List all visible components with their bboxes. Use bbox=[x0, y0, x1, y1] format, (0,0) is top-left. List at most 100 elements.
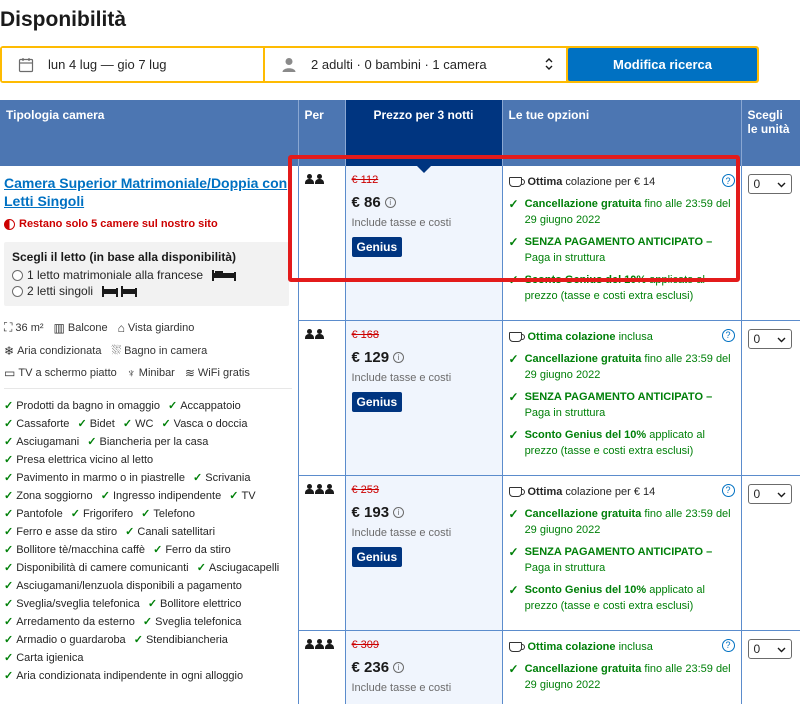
bed-choice-title: Scegli il letto (in base alla disponibil… bbox=[12, 250, 237, 264]
breakfast-bold: Ottima bbox=[527, 176, 563, 188]
room-quantity-select[interactable]: 0 bbox=[747, 483, 792, 504]
date-picker[interactable]: lun 4 lug — gio 7 lug bbox=[2, 48, 263, 81]
bed-option-twin[interactable]: 2 letti singoli bbox=[12, 284, 281, 298]
amenity-item: Pavimento in marmo o in piastrelle bbox=[4, 472, 185, 484]
guests-selector[interactable]: 2 adulti · 0 bambini · 1 camera bbox=[265, 48, 566, 81]
free-cancellation: ✓ Cancellazione gratuita fino alle 23:59 … bbox=[509, 506, 735, 538]
price-cell: € 168 € 129 i Include tasse e costi Geniu… bbox=[344, 320, 503, 476]
breakfast-text: colazione per € 14 bbox=[562, 176, 656, 188]
facility-ac: ❄ Aria condizionata bbox=[4, 343, 101, 358]
qty-cell: 0 bbox=[741, 475, 800, 631]
header-qty: Scegli le unità bbox=[741, 100, 800, 166]
no-prepayment: ✓ SENZA PAGAMENTO ANTICIPATO – Paga in st… bbox=[509, 544, 735, 576]
coffee-cup-icon bbox=[508, 641, 525, 652]
breakfast-option: Ottima colazione per € 14? bbox=[508, 483, 735, 500]
minibar-icon: ♆ bbox=[126, 366, 136, 380]
old-price: € 168 bbox=[351, 328, 380, 341]
search-bar: lun 4 lug — gio 7 lug 2 adulti · 0 bambi… bbox=[0, 46, 759, 83]
amenity-item: Disponibilità di camere comunicanti bbox=[4, 562, 189, 574]
scarcity-text: Restano solo 5 camere sul nostro sito bbox=[19, 218, 218, 230]
genius-badge: Genius bbox=[351, 391, 403, 412]
free-cancellation: ✓ Cancellazione gratuita fino alle 23:59 … bbox=[509, 196, 735, 228]
old-price: € 112 bbox=[351, 174, 379, 186]
room-quantity-select[interactable]: 0 bbox=[747, 174, 792, 194]
current-price: € 129 i bbox=[352, 349, 496, 366]
qty-value: 0 bbox=[753, 177, 761, 191]
amenity-item: Ferro da stiro bbox=[153, 544, 231, 556]
facility-label: TV a schermo piatto bbox=[18, 367, 117, 379]
facility-bathroom: ⛆ Bagno in camera bbox=[111, 343, 207, 358]
genius-discount: ✓ Sconto Genius del 10% applicato al prez… bbox=[509, 582, 735, 614]
facility-label: Balcone bbox=[67, 321, 108, 334]
price-value: € 129 bbox=[351, 348, 390, 366]
single-beds-icon bbox=[101, 285, 139, 297]
old-price: € 309 bbox=[351, 638, 380, 651]
room-table: Tipologia camera Per Prezzo per 3 notti … bbox=[0, 100, 800, 704]
breakfast-bold: Ottima bbox=[527, 485, 563, 498]
check-icon: ✓ bbox=[508, 427, 519, 442]
amenities-list: Prodotti da bagno in omaggio Accappatoio… bbox=[4, 397, 294, 685]
bed-option-double[interactable]: 1 letto matrimoniale alla francese bbox=[12, 268, 281, 282]
bed-choice-box: Scegli il letto (in base alla disponibil… bbox=[4, 242, 289, 306]
old-price: € 253 bbox=[351, 483, 380, 496]
help-icon[interactable]: ? bbox=[721, 638, 735, 652]
qty-value: 0 bbox=[753, 641, 761, 656]
breakfast-bold: Ottima colazione bbox=[527, 640, 616, 653]
radio-button[interactable] bbox=[12, 269, 23, 281]
price-cell: € 253 € 193 i Include tasse e costi Geniu… bbox=[344, 475, 503, 631]
date-range-text: lun 4 lug — gio 7 lug bbox=[48, 57, 167, 72]
no-prepayment: ✓ SENZA PAGAMENTO ANTICIPATO – Paga in st… bbox=[509, 389, 735, 421]
taxes-note: Include tasse e costi bbox=[351, 526, 452, 539]
current-price: € 193 i bbox=[352, 504, 496, 521]
radio-button[interactable] bbox=[12, 285, 23, 297]
scarcity-warning: Restano solo 5 camere sul nostro sito bbox=[4, 218, 294, 230]
person-icon bbox=[279, 57, 299, 73]
room-name-link[interactable]: Camera Superior Matrimoniale/Doppia con … bbox=[4, 174, 294, 210]
discount-bold: Sconto Genius del 10% bbox=[524, 583, 647, 596]
facility-label: Minibar bbox=[138, 367, 175, 379]
info-icon[interactable]: i bbox=[393, 661, 405, 673]
prepay-bold: SENZA PAGAMENTO ANTICIPATO – bbox=[524, 545, 713, 558]
scarcity-icon bbox=[4, 218, 15, 230]
qty-cell: 0 bbox=[741, 630, 800, 704]
header-room-type: Tipologia camera bbox=[0, 100, 299, 166]
breakfast-text: inclusa bbox=[615, 640, 653, 653]
info-icon[interactable]: i bbox=[384, 197, 396, 208]
chevron-down-icon bbox=[777, 487, 786, 501]
options-cell: Ottima colazione per € 14? ✓ Cancellazion… bbox=[502, 166, 742, 321]
amenity-item: Sveglia/sveglia telefonica bbox=[4, 598, 140, 610]
coffee-cup-icon bbox=[508, 177, 525, 187]
guests-text: 2 adulti · 0 bambini · 1 camera bbox=[311, 57, 487, 72]
prepay-text: Paga in struttura bbox=[524, 406, 606, 419]
qty-value: 0 bbox=[753, 331, 761, 346]
info-icon[interactable]: i bbox=[393, 506, 405, 518]
facility-label: Vista giardino bbox=[127, 321, 195, 334]
header-per: Per bbox=[298, 100, 346, 166]
modify-search-button[interactable]: Modifica ricerca bbox=[568, 48, 757, 81]
genius-badge: Genius bbox=[351, 546, 403, 567]
coffee-cup-icon bbox=[508, 331, 525, 342]
persons-cell bbox=[298, 475, 346, 631]
calendar-icon bbox=[16, 57, 36, 73]
breakfast-option: Ottima colazione inclusa? bbox=[508, 638, 735, 655]
no-prepayment: ✓ SENZA PAGAMENTO ANTICIPATO – Paga in st… bbox=[509, 234, 735, 266]
qty-cell: 0 bbox=[741, 320, 800, 476]
help-icon[interactable]: ? bbox=[721, 174, 735, 187]
check-icon: ✓ bbox=[508, 197, 519, 211]
facility-label: 36 m² bbox=[15, 321, 44, 334]
price-cell: € 112 € 86 i Include tasse e costi Genius bbox=[344, 166, 503, 321]
amenity-item: Ferro e asse da stiro bbox=[4, 526, 117, 538]
help-icon[interactable]: ? bbox=[721, 483, 735, 497]
room-quantity-select[interactable]: 0 bbox=[747, 638, 792, 659]
amenity-item: Telefono bbox=[141, 508, 195, 520]
qty-cell: 0 bbox=[741, 166, 800, 321]
taxes-note: Include tasse e costi bbox=[351, 371, 452, 384]
room-type-cell: Camera Superior Matrimoniale/Doppia con … bbox=[0, 166, 299, 704]
chevron-down-icon bbox=[777, 642, 786, 656]
info-icon[interactable]: i bbox=[393, 351, 405, 363]
facilities-list: ⛶ 36 m² ▥ Balcone ⌂ Vista giardino ❄ Aria co… bbox=[4, 320, 294, 380]
facility-label: Bagno in camera bbox=[124, 344, 208, 357]
chevron-down-icon bbox=[777, 332, 786, 346]
room-quantity-select[interactable]: 0 bbox=[747, 328, 792, 349]
help-icon[interactable]: ? bbox=[721, 328, 735, 342]
